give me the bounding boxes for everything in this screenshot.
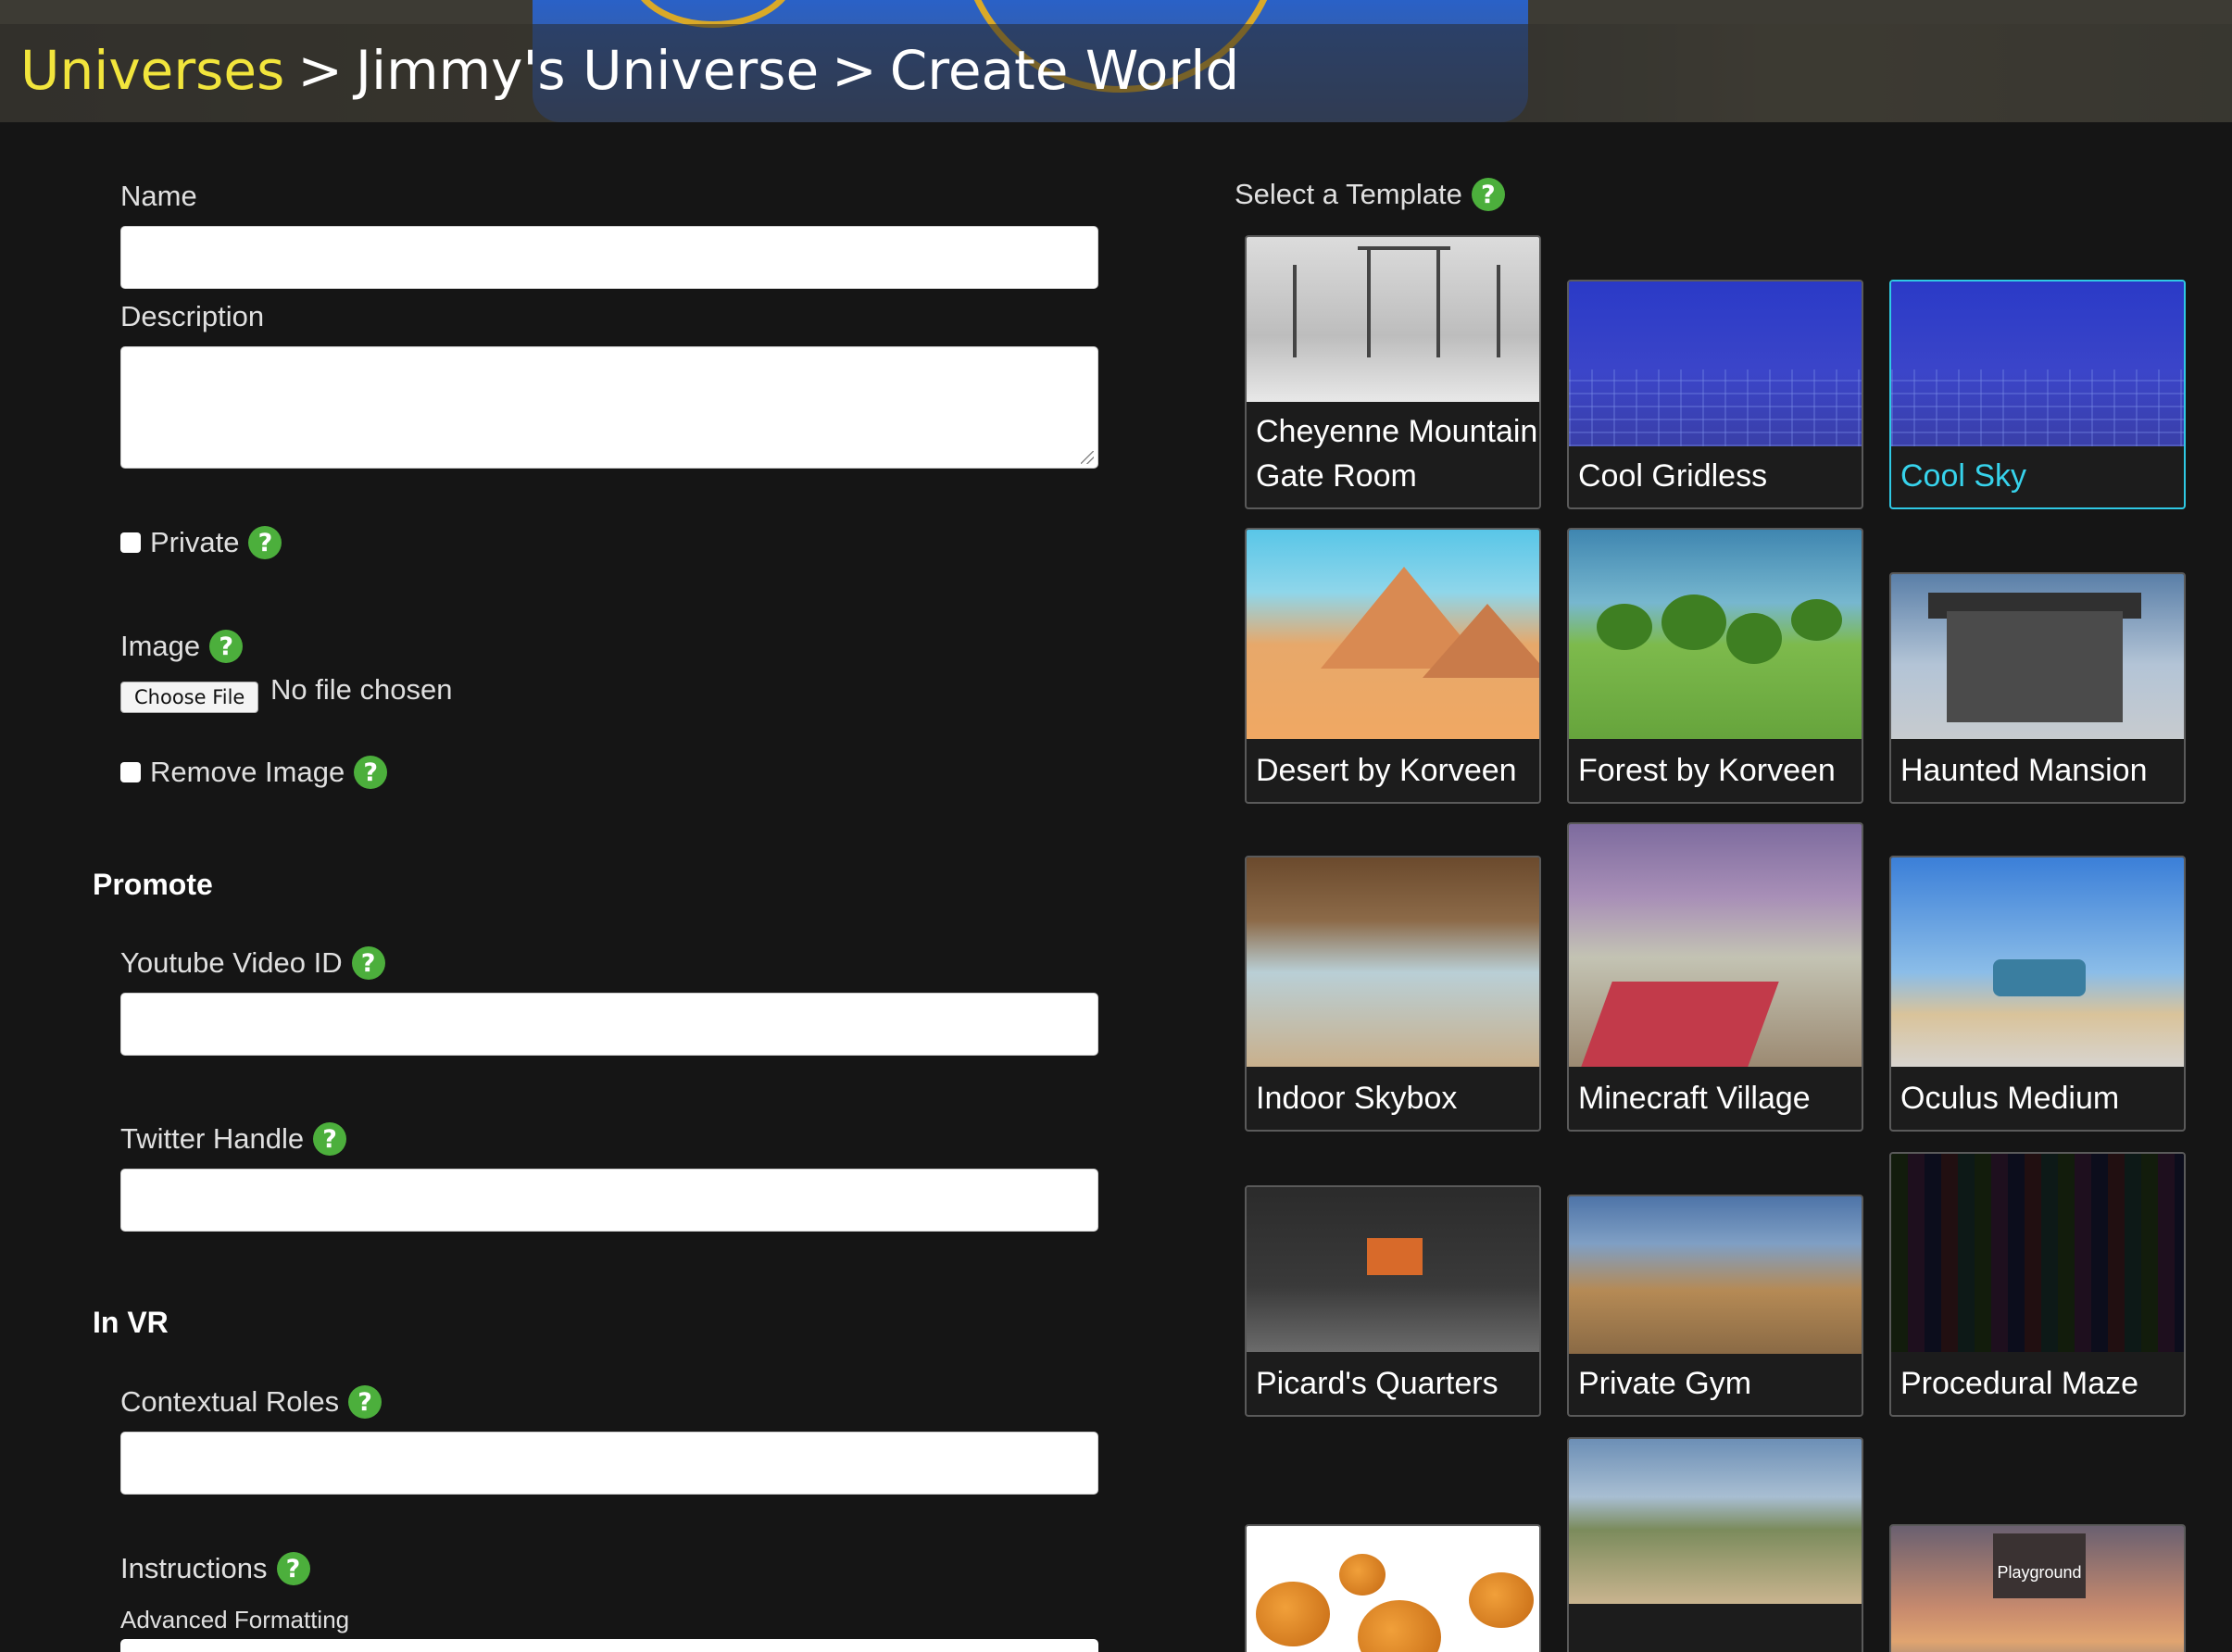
template-thumbnail (1247, 1526, 1539, 1652)
template-thumbnail (1247, 857, 1539, 1067)
name-input[interactable] (120, 226, 1098, 289)
promote-heading: Promote (93, 868, 213, 901)
template-name: Procedural Maze (1900, 1366, 2139, 1401)
template-name: Cool Sky (1900, 458, 2027, 494)
youtube-video-id-input[interactable] (120, 993, 1098, 1056)
template-name-line2: Gate Room (1256, 458, 1417, 494)
remove-image-help-icon[interactable]: ? (354, 756, 388, 789)
template-thumbnail (1569, 1196, 1862, 1354)
template-tile-pumpkins[interactable] (1245, 1524, 1541, 1652)
image-label-row: Image ? (120, 630, 244, 663)
instructions-label: Instructions (120, 1552, 268, 1584)
advanced-formatting-label: Advanced Formatting (120, 1606, 350, 1633)
breadcrumb-universe: Jimmy's Universe (355, 39, 820, 102)
template-tile-cool-gridless[interactable]: Cool Gridless (1567, 280, 1863, 509)
template-name: Cheyenne Mountain (1256, 414, 1538, 449)
youtube-label-row: Youtube Video ID ? (120, 946, 385, 980)
template-name: Picard's Quarters (1256, 1366, 1498, 1401)
description-textarea[interactable] (120, 346, 1098, 469)
template-thumbnail (1891, 1154, 2184, 1352)
header-banner: Universes > Jimmy's Universe > Create World (0, 0, 2232, 122)
template-thumbnail (1569, 1439, 1862, 1604)
template-name: Cool Gridless (1578, 458, 1768, 494)
template-name: Haunted Mansion (1900, 753, 2148, 788)
template-tile-oculus-medium[interactable]: Oculus Medium (1889, 856, 2186, 1132)
template-name: Private Gym (1578, 1366, 1752, 1401)
contextual-roles-input[interactable] (120, 1432, 1098, 1495)
image-label: Image (120, 630, 201, 662)
twitter-label-row: Twitter Handle ? (120, 1122, 347, 1156)
remove-image-checkbox[interactable] (120, 762, 141, 782)
template-tile-cool-sky[interactable]: Cool Sky (1889, 280, 2186, 509)
instructions-input[interactable] (120, 1639, 1098, 1652)
template-thumbnail (1247, 237, 1539, 402)
image-help-icon[interactable]: ? (209, 630, 244, 663)
template-tile-desert[interactable]: Desert by Korveen (1245, 528, 1541, 804)
contextual-roles-label-row: Contextual Roles ? (120, 1385, 382, 1419)
breadcrumb: Universes > Jimmy's Universe > Create World (20, 33, 1239, 107)
template-thumbnail (1247, 1187, 1539, 1352)
instructions-label-row: Instructions ? (120, 1552, 310, 1585)
template-tile-minecraft-village[interactable]: Minecraft Village (1567, 822, 1863, 1132)
template-tile-haunted-mansion[interactable]: Haunted Mansion (1889, 572, 2186, 804)
breadcrumb-separator: > (832, 39, 877, 102)
template-name: Desert by Korveen (1256, 753, 1517, 788)
in-vr-heading: In VR (93, 1306, 169, 1339)
template-tile-procedural-maze[interactable]: Procedural Maze (1889, 1152, 2186, 1417)
breadcrumb-current-page: Create World (889, 39, 1240, 102)
template-tile-picards-quarters[interactable]: Picard's Quarters (1245, 1185, 1541, 1417)
template-name: Indoor Skybox (1256, 1081, 1458, 1116)
resize-handle-icon[interactable] (1081, 451, 1094, 464)
private-option: Private ? (120, 526, 282, 559)
description-label: Description (120, 300, 265, 332)
template-tile-cheyenne-mountain[interactable]: Cheyenne Mountain Gate Room (1245, 235, 1541, 509)
file-status-text: No file chosen (270, 673, 453, 706)
template-tile-private-gym[interactable]: Private Gym (1567, 1195, 1863, 1417)
template-thumbnail (1247, 530, 1539, 739)
template-thumbnail (1569, 530, 1862, 739)
template-tile-indoor-skybox[interactable]: Indoor Skybox (1245, 856, 1541, 1132)
template-tile-playground[interactable]: Playground (1889, 1524, 2186, 1652)
template-name: Oculus Medium (1900, 1081, 2120, 1116)
template-thumbnail (1569, 824, 1862, 1067)
breadcrumb-separator: > (297, 39, 343, 102)
name-label: Name (120, 180, 197, 212)
template-name: Minecraft Village (1578, 1081, 1811, 1116)
select-template-help-icon[interactable]: ? (1471, 178, 1505, 211)
template-thumbnail (1891, 574, 2184, 739)
youtube-help-icon[interactable]: ? (351, 946, 385, 980)
contextual-roles-label: Contextual Roles (120, 1385, 340, 1418)
instructions-help-icon[interactable]: ? (276, 1552, 310, 1585)
youtube-label: Youtube Video ID (120, 946, 343, 979)
choose-file-button[interactable]: Choose File (120, 682, 259, 713)
twitter-help-icon[interactable]: ? (313, 1122, 347, 1156)
contextual-roles-help-icon[interactable]: ? (348, 1385, 382, 1419)
private-label: Private (150, 526, 240, 558)
select-template-label-row: Select a Template ? (1235, 178, 1505, 211)
template-thumbnail (1891, 282, 2184, 446)
template-thumbnail: Playground (1891, 1526, 2184, 1652)
template-tile-forest[interactable]: Forest by Korveen (1567, 528, 1863, 804)
select-template-label: Select a Template (1235, 178, 1462, 210)
private-checkbox[interactable] (120, 532, 141, 553)
breadcrumb-universes-link[interactable]: Universes (20, 39, 284, 102)
template-tile-mountain[interactable] (1567, 1437, 1863, 1652)
template-name: Forest by Korveen (1578, 753, 1836, 788)
template-thumbnail (1569, 282, 1862, 446)
remove-image-option: Remove Image ? (120, 756, 388, 789)
twitter-label: Twitter Handle (120, 1122, 305, 1155)
playground-logo-text: Playground (1993, 1533, 2086, 1598)
twitter-handle-input[interactable] (120, 1169, 1098, 1232)
template-thumbnail (1891, 857, 2184, 1067)
remove-image-label: Remove Image (150, 756, 345, 788)
private-help-icon[interactable]: ? (248, 526, 282, 559)
